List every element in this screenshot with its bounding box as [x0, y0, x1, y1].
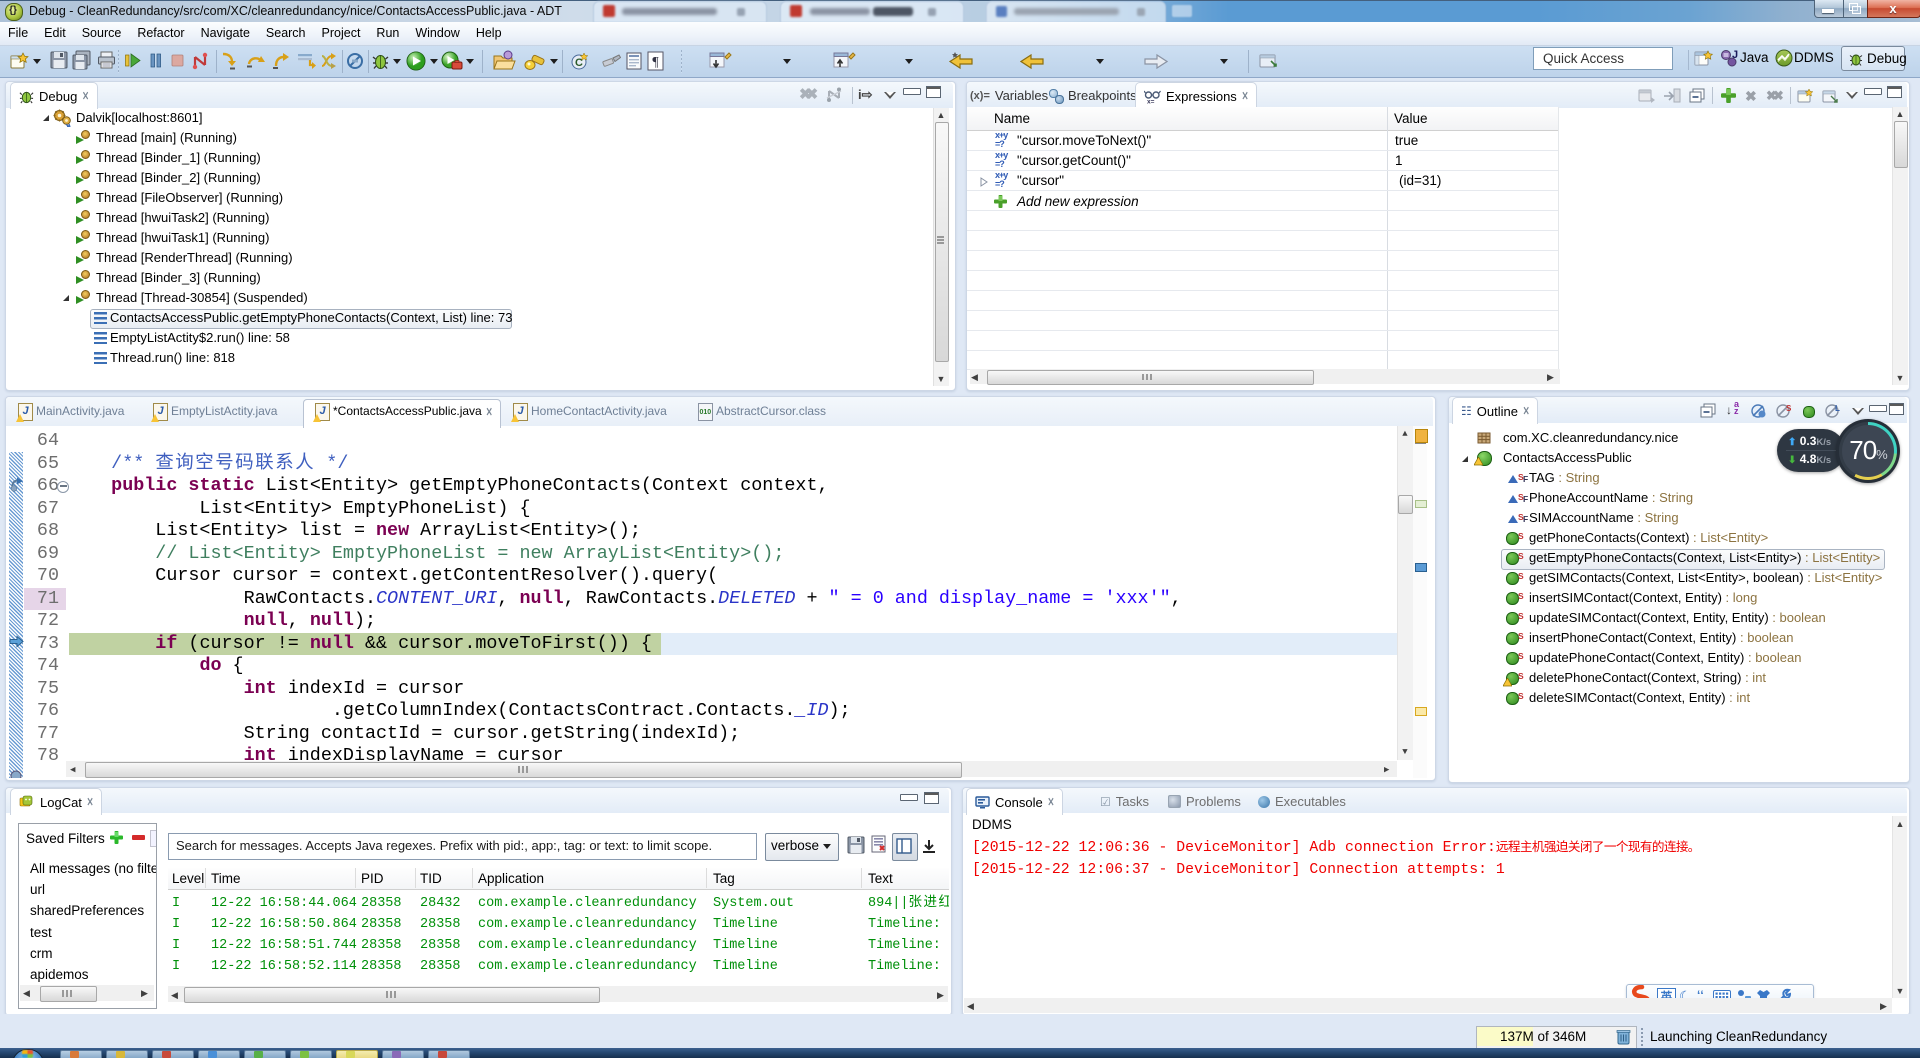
svg-text:x=: x=	[1147, 98, 1155, 104]
svg-text:L: L	[1835, 404, 1840, 413]
svg-text:S: S	[1786, 404, 1792, 413]
svg-text:J: J	[1732, 49, 1738, 61]
svg-text:¶: ¶	[652, 55, 659, 70]
